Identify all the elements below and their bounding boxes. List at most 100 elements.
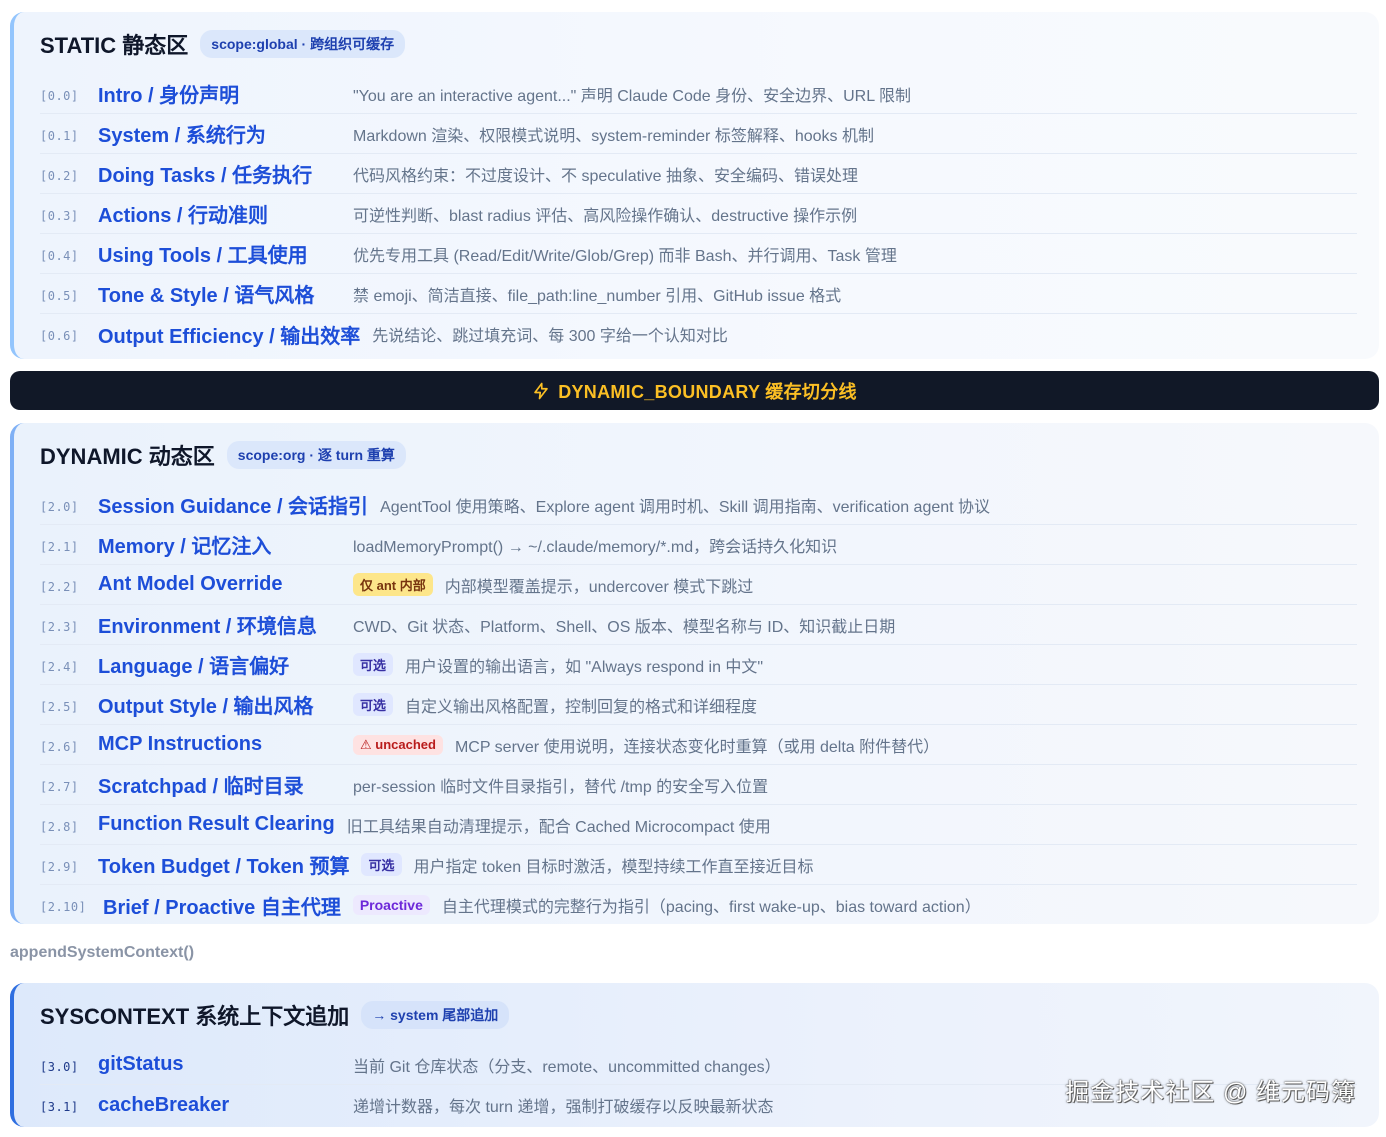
row-desc: loadMemoryPrompt() → ~/.claude/memory/*.… (353, 538, 838, 556)
proactive-badge: Proactive (352, 895, 430, 915)
dynamic-row: [2.0] Session Guidance / 会话指引 AgentTool … (40, 485, 1357, 525)
lightning-bolt-icon (534, 382, 549, 399)
row-name: gitStatus (98, 1053, 184, 1075)
row-name: Output Efficiency / 输出效率 (98, 325, 361, 348)
row-name: System / 系统行为 (98, 125, 266, 147)
row-name: Using Tools / 工具使用 (98, 245, 308, 267)
row-code: [2.10] (40, 900, 87, 914)
boundary-label: DYNAMIC_BOUNDARY 缓存切分线 (558, 381, 857, 402)
static-title: STATIC 静态区 (40, 33, 189, 58)
row-name: Ant Model Override (98, 573, 283, 595)
syscontext-title: SYSCONTEXT 系统上下文追加 (40, 1004, 350, 1029)
dynamic-title: DYNAMIC 动态区 (40, 444, 215, 469)
uncached-warning-badge: ⚠ uncached (353, 734, 443, 755)
row-name: Function Result Clearing (98, 813, 335, 835)
row-code: [2.6] (40, 739, 79, 754)
row-desc: 代码风格约束：不过度设计、不 speculative 抽象、安全编码、错误处理 (353, 167, 858, 185)
dynamic-row: [2.1] Memory / 记忆注入 loadMemoryPrompt() →… (40, 525, 1357, 565)
static-row: [0.0] Intro / 身份声明 "You are an interacti… (40, 74, 1357, 114)
row-desc: 当前 Git 仓库状态（分支、remote、uncommitted change… (353, 1058, 781, 1076)
row-code: [0.6] (40, 329, 79, 343)
append-system-context-label: appendSystemContext() (10, 944, 195, 961)
row-name: Scratchpad / 临时目录 (98, 776, 304, 798)
syscontext-header: SYSCONTEXT 系统上下文追加 → system 尾部追加 (40, 983, 1357, 1045)
row-code: [2.1] (40, 539, 79, 554)
dynamic-row: [2.5] Output Style / 输出风格 可选 自定义输出风格配置，控… (40, 685, 1357, 725)
dynamic-section: DYNAMIC 动态区 scope:org · 逐 turn 重算 [2.0] … (10, 423, 1379, 924)
row-code: [2.7] (40, 779, 79, 794)
static-header: STATIC 静态区 scope:global · 跨组织可缓存 (40, 12, 1357, 74)
row-name: Intro / 身份声明 (98, 85, 240, 107)
row-desc: 优先专用工具 (Read/Edit/Write/Glob/Grep) 而非 Ba… (353, 247, 897, 265)
ant-internal-badge: 仅 ant 内部 (353, 573, 433, 596)
static-row: [0.5] Tone & Style / 语气风格 禁 emoji、简洁直接、f… (40, 274, 1357, 314)
row-desc: 先说结论、跳过填充词、每 300 字给一个认知对比 (372, 328, 728, 345)
dynamic-row: [2.2] Ant Model Override 仅 ant 内部 内部模型覆盖… (40, 565, 1357, 605)
dynamic-boundary-bar: DYNAMIC_BOUNDARY 缓存切分线 (10, 371, 1379, 410)
dynamic-row: [2.8] Function Result Clearing 旧工具结果自动清理… (40, 805, 1357, 845)
dynamic-row: [2.6] MCP Instructions ⚠ uncached MCP se… (40, 725, 1357, 765)
row-code: [2.3] (40, 619, 79, 634)
row-name: cacheBreaker (98, 1093, 230, 1116)
row-code: [2.2] (40, 579, 79, 594)
row-code: [2.9] (40, 859, 79, 874)
row-desc: Markdown 渲染、权限模式说明、system-reminder 标签解释、… (353, 127, 874, 145)
row-name: Session Guidance / 会话指引 (98, 496, 369, 518)
row-code: [2.8] (40, 819, 79, 834)
row-name: MCP Instructions (98, 733, 263, 755)
row-code: [0.2] (40, 168, 79, 183)
row-name: Tone & Style / 语气风格 (98, 285, 315, 307)
dynamic-row: [2.9] Token Budget / Token 预算 可选 用户指定 to… (40, 845, 1357, 885)
watermark: 掘金技术社区 @ 维元码簿 (1065, 1079, 1356, 1106)
row-name: Output Style / 输出风格 (98, 696, 314, 718)
row-desc: 禁 emoji、简洁直接、file_path:line_number 引用、Gi… (353, 287, 842, 305)
row-desc: 自定义输出风格配置，控制回复的格式和详细程度 (405, 698, 758, 716)
static-row: [0.3] Actions / 行动准则 可逆性判断、blast radius … (40, 194, 1357, 234)
row-desc: 自主代理模式的完整行为指引（pacing、first wake-up、bias … (441, 899, 981, 916)
static-row: [0.6] Output Efficiency / 输出效率 先说结论、跳过填充… (40, 314, 1357, 354)
row-name: Doing Tasks / 任务执行 (98, 165, 313, 187)
row-desc: 旧工具结果自动清理提示，配合 Cached Microcompact 使用 (346, 818, 771, 836)
row-name: Environment / 环境信息 (98, 616, 317, 638)
dynamic-row: [2.3] Environment / 环境信息 CWD、Git 状态、Plat… (40, 605, 1357, 645)
row-code: [0.3] (40, 208, 79, 223)
row-desc: 可逆性判断、blast radius 评估、高风险操作确认、destructiv… (353, 207, 858, 225)
row-desc: per-session 临时文件目录指引，替代 /tmp 的安全写入位置 (353, 778, 769, 796)
row-name: Memory / 记忆注入 (98, 536, 272, 558)
dynamic-row: [2.10] Brief / Proactive 自主代理 Proactive … (40, 885, 1357, 925)
row-name: Token Budget / Token 预算 (98, 856, 350, 878)
row-code: [0.5] (40, 288, 79, 303)
static-row: [0.1] System / 系统行为 Markdown 渲染、权限模式说明、s… (40, 114, 1357, 154)
syscontext-scope-badge: → system 尾部追加 (361, 1001, 510, 1029)
row-code: [3.1] (40, 1100, 79, 1114)
optional-badge: 可选 (361, 853, 402, 876)
static-row: [0.2] Doing Tasks / 任务执行 代码风格约束：不过度设计、不 … (40, 154, 1357, 194)
row-code: [0.4] (40, 248, 79, 263)
optional-badge: 可选 (353, 693, 394, 716)
dynamic-scope-badge: scope:org · 逐 turn 重算 (226, 441, 406, 469)
row-desc: AgentTool 使用策略、Explore agent 调用时机、Skill … (380, 498, 991, 516)
row-code: [3.0] (40, 1059, 79, 1074)
row-name: Brief / Proactive 自主代理 (103, 896, 341, 919)
row-code: [2.4] (40, 659, 79, 674)
row-desc: CWD、Git 状态、Platform、Shell、OS 版本、模型名称与 ID… (353, 618, 896, 636)
static-scope-badge: scope:global · 跨组织可缓存 (200, 30, 406, 58)
row-code: [0.1] (40, 128, 79, 143)
row-name: Actions / 行动准则 (98, 205, 269, 227)
row-code: [2.0] (40, 499, 79, 514)
row-code: [0.0] (40, 88, 79, 103)
row-desc: 用户指定 token 目标时激活，模型持续工作直至接近目标 (413, 858, 814, 876)
row-desc: 递增计数器，每次 turn 递增，强制打破缓存以反映最新状态 (353, 1099, 774, 1116)
row-desc: 内部模型覆盖提示，undercover 模式下跳过 (444, 578, 754, 596)
row-desc: "You are an interactive agent..." 声明 Cla… (353, 87, 911, 105)
static-row: [0.4] Using Tools / 工具使用 优先专用工具 (Read/Ed… (40, 234, 1357, 274)
dynamic-row: [2.4] Language / 语言偏好 可选 用户设置的输出语言，如 "Al… (40, 645, 1357, 685)
dynamic-header: DYNAMIC 动态区 scope:org · 逐 turn 重算 (40, 423, 1357, 485)
dynamic-row: [2.7] Scratchpad / 临时目录 per-session 临时文件… (40, 765, 1357, 805)
row-code: [2.5] (40, 699, 79, 714)
row-desc: 用户设置的输出语言，如 "Always respond in 中文" (405, 658, 764, 676)
row-name: Language / 语言偏好 (98, 656, 290, 678)
static-section: STATIC 静态区 scope:global · 跨组织可缓存 [0.0] I… (10, 12, 1379, 359)
optional-badge: 可选 (353, 653, 394, 676)
row-desc: MCP server 使用说明，连接状态变化时重算（或用 delta 附件替代） (454, 738, 940, 756)
